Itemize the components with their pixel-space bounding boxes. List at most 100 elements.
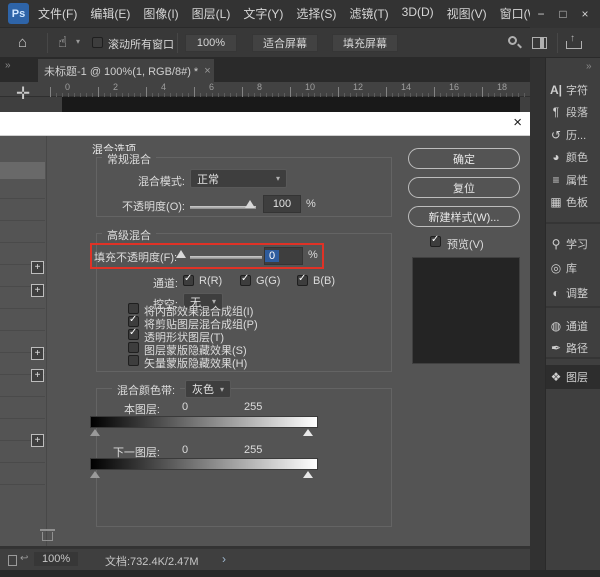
- dock-gap: [530, 58, 545, 572]
- properties-icon: ≡: [546, 173, 566, 187]
- horizontal-ruler: 0 2 4 6 8 10 12 14 16 18: [0, 82, 530, 97]
- this-layer-white-slider[interactable]: [303, 429, 313, 436]
- add-button[interactable]: +: [31, 347, 44, 360]
- add-button[interactable]: +: [31, 369, 44, 382]
- transparency-shapes-checkbox[interactable]: [128, 329, 139, 340]
- dialog-title-bar: ×: [0, 112, 530, 136]
- this-layer-black-slider[interactable]: [90, 429, 100, 436]
- chevron-down-icon[interactable]: ▾: [76, 37, 80, 46]
- this-layer-max: 255: [244, 401, 262, 413]
- chevron-down-icon: ▾: [270, 174, 280, 183]
- panel-item-adjustments[interactable]: ◐调整: [546, 282, 600, 304]
- share-export-icon[interactable]: [566, 36, 580, 49]
- panel-item-paths[interactable]: ✒路径: [546, 337, 600, 359]
- document-size-readout: 文档:732.4K/2.47M: [105, 553, 199, 569]
- next-layer-white-slider[interactable]: [303, 471, 313, 478]
- paths-icon: ✒: [546, 341, 566, 355]
- fill-opacity-slider-track[interactable]: [190, 256, 262, 259]
- panel-item-properties[interactable]: ≡属性: [546, 169, 600, 191]
- channel-b-checkbox[interactable]: [297, 275, 308, 286]
- menu-filter[interactable]: 滤镜(T): [349, 5, 388, 22]
- opacity-value-field[interactable]: 100: [263, 195, 301, 213]
- preview-checkbox[interactable]: [430, 236, 441, 247]
- vector-mask-hides-label: 矢量蒙版隐藏效果(H): [144, 355, 247, 371]
- blend-mode-dropdown[interactable]: 正常▾: [190, 169, 287, 188]
- color-icon: ◕: [546, 150, 566, 164]
- add-button[interactable]: +: [31, 261, 44, 274]
- panel-item-history[interactable]: ↺历...: [546, 124, 600, 146]
- opacity-slider-thumb[interactable]: [245, 200, 255, 208]
- blend-interior-checkbox[interactable]: [128, 303, 139, 314]
- blend-clipped-checkbox[interactable]: [128, 316, 139, 327]
- advanced-blending-label: 高级混合: [102, 227, 156, 243]
- menu-3d[interactable]: 3D(D): [402, 5, 434, 22]
- next-layer-min: 0: [182, 444, 188, 456]
- layer-mask-hides-checkbox[interactable]: [128, 342, 139, 353]
- panel-item-learn[interactable]: ⚲学习: [546, 233, 600, 255]
- panel-item-character[interactable]: A|字符: [546, 79, 600, 101]
- panel-item-paragraph[interactable]: ¶段落: [546, 101, 600, 123]
- menu-edit[interactable]: 编辑(E): [90, 5, 130, 22]
- menu-image[interactable]: 图像(I): [143, 5, 178, 22]
- channel-g-checkbox[interactable]: [240, 275, 251, 286]
- close-window-button[interactable]: ×: [574, 7, 596, 21]
- swatches-icon: ▦: [546, 195, 566, 209]
- ok-button[interactable]: 确定: [408, 148, 520, 169]
- tab-close-icon[interactable]: ×: [204, 65, 210, 77]
- selected-text: 0: [265, 250, 279, 262]
- workspace-panels-icon[interactable]: [532, 37, 547, 49]
- channels-icon: ◍: [546, 319, 566, 333]
- maximize-button[interactable]: □: [552, 7, 574, 21]
- adjustments-icon: ◐: [546, 286, 566, 300]
- hand-tool-icon[interactable]: ☝: [58, 33, 67, 51]
- next-layer-black-slider[interactable]: [90, 471, 100, 478]
- move-tool-icon[interactable]: ✛: [16, 84, 30, 104]
- photoshop-logo-icon: Ps: [8, 3, 29, 24]
- status-chevron-icon[interactable]: ›: [222, 552, 226, 566]
- channel-r-label: R(R): [199, 275, 222, 287]
- menu-layer[interactable]: 图层(L): [192, 5, 231, 22]
- preview-label: 预览(V): [447, 236, 484, 252]
- fit-screen-button[interactable]: 适合屏幕: [252, 34, 318, 52]
- document-tab[interactable]: 未标题-1 @ 100%(1, RGB/8#) * ×: [38, 59, 214, 82]
- page-icon: [8, 555, 17, 566]
- opacity-unit: %: [306, 198, 316, 210]
- new-style-button[interactable]: 新建样式(W)...: [408, 206, 520, 227]
- zoom-100-button[interactable]: 100%: [185, 34, 237, 52]
- bottom-edge: [0, 570, 600, 577]
- add-button[interactable]: +: [31, 434, 44, 447]
- menu-file[interactable]: 文件(F): [38, 5, 77, 22]
- menu-select[interactable]: 选择(S): [296, 5, 336, 22]
- scroll-all-windows-checkbox[interactable]: [92, 37, 103, 48]
- search-icon[interactable]: [508, 36, 517, 45]
- minimize-button[interactable]: −: [530, 7, 552, 21]
- add-button[interactable]: +: [31, 284, 44, 297]
- left-edge-strip: + + + + +: [0, 136, 47, 546]
- menu-view[interactable]: 视图(V): [447, 5, 487, 22]
- reset-button[interactable]: 复位: [408, 177, 520, 198]
- trash-icon[interactable]: [42, 532, 53, 541]
- document-tab-bar: » 未标题-1 @ 100%(1, RGB/8#) * ×: [0, 58, 530, 82]
- dialog-close-icon[interactable]: ×: [513, 114, 522, 131]
- panel-item-channels[interactable]: ◍通道: [546, 315, 600, 337]
- home-icon[interactable]: ⌂: [18, 34, 27, 51]
- menu-bar: Ps 文件(F) 编辑(E) 图像(I) 图层(L) 文字(Y) 选择(S) 滤…: [0, 0, 600, 28]
- layer-style-dialog: × + + + + + 混合选项 常规混合 混合模式: 正常▾ 不透明度(O):: [0, 112, 530, 546]
- opacity-label: 不透明度(O):: [90, 198, 185, 214]
- panel-item-swatches[interactable]: ▦色板: [546, 191, 600, 213]
- channel-r-checkbox[interactable]: [183, 275, 194, 286]
- dock-collapse-icon[interactable]: »: [586, 61, 592, 72]
- fill-opacity-slider-thumb[interactable]: [176, 250, 186, 258]
- blend-if-dropdown[interactable]: 灰色▾: [185, 380, 231, 398]
- panel-item-color[interactable]: ◕颜色: [546, 146, 600, 168]
- panel-collapse-icon[interactable]: »: [5, 60, 11, 71]
- fill-screen-button[interactable]: 填充屏幕: [332, 34, 398, 52]
- panel-item-libraries[interactable]: ◎库: [546, 257, 600, 279]
- vector-mask-hides-checkbox[interactable]: [128, 355, 139, 366]
- photoshop-window: Ps 文件(F) 编辑(E) 图像(I) 图层(L) 文字(Y) 选择(S) 滤…: [0, 0, 600, 577]
- history-icon: ↺: [546, 128, 566, 142]
- status-zoom-field[interactable]: 100%: [34, 552, 78, 566]
- panel-item-layers[interactable]: ❖图层: [546, 365, 600, 389]
- menu-type[interactable]: 文字(Y): [243, 5, 283, 22]
- fill-opacity-value-field[interactable]: 0: [264, 247, 303, 265]
